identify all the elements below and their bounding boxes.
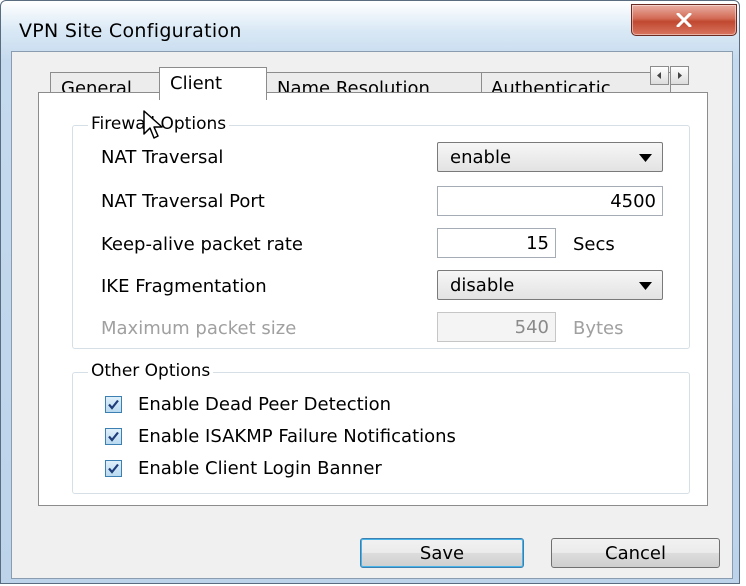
close-icon	[676, 13, 692, 27]
ike-fragmentation-select[interactable]: disable	[437, 270, 663, 300]
keepalive-label: Keep-alive packet rate	[101, 234, 304, 255]
nat-traversal-value: enable	[450, 147, 512, 168]
max-packet-size-unit: Bytes	[573, 318, 624, 339]
max-packet-size-label: Maximum packet size	[101, 318, 297, 339]
arrow-right-icon	[678, 72, 682, 79]
nat-traversal-select[interactable]: enable	[437, 142, 663, 172]
nat-traversal-label: NAT Traversal	[101, 147, 224, 168]
keepalive-input[interactable]: 15	[437, 228, 556, 258]
check-icon	[108, 463, 119, 474]
keepalive-unit: Secs	[573, 234, 615, 255]
nat-traversal-port-label: NAT Traversal Port	[101, 191, 265, 212]
ike-fragmentation-value: disable	[450, 275, 515, 296]
nat-traversal-port-input[interactable]: 4500	[437, 186, 663, 216]
max-packet-size-input: 540	[437, 312, 556, 342]
dead-peer-detection-label: Enable Dead Peer Detection	[138, 394, 392, 415]
chevron-down-icon	[639, 154, 652, 162]
cancel-button[interactable]: Cancel	[551, 538, 720, 568]
tab-scroll-right-button[interactable]	[670, 66, 689, 85]
tab-scroll-left-button[interactable]	[650, 66, 669, 85]
isakmp-failure-notifications-checkbox[interactable]	[105, 428, 122, 445]
chevron-down-icon	[639, 282, 652, 290]
client-login-banner-label: Enable Client Login Banner	[138, 458, 382, 479]
isakmp-failure-notifications-label: Enable ISAKMP Failure Notifications	[138, 426, 456, 447]
tab-client[interactable]: Client	[159, 67, 267, 100]
arrow-left-icon	[657, 72, 661, 79]
close-button[interactable]	[631, 4, 737, 36]
check-icon	[108, 431, 119, 442]
check-icon	[108, 399, 119, 410]
dead-peer-detection-checkbox[interactable]	[105, 396, 122, 413]
other-options-legend: Other Options	[88, 361, 214, 381]
save-button[interactable]: Save	[360, 538, 524, 568]
window-title: VPN Site Configuration	[19, 20, 242, 42]
mouse-cursor-icon	[143, 110, 163, 139]
ike-fragmentation-label: IKE Fragmentation	[101, 276, 267, 297]
client-login-banner-checkbox[interactable]	[105, 460, 122, 477]
